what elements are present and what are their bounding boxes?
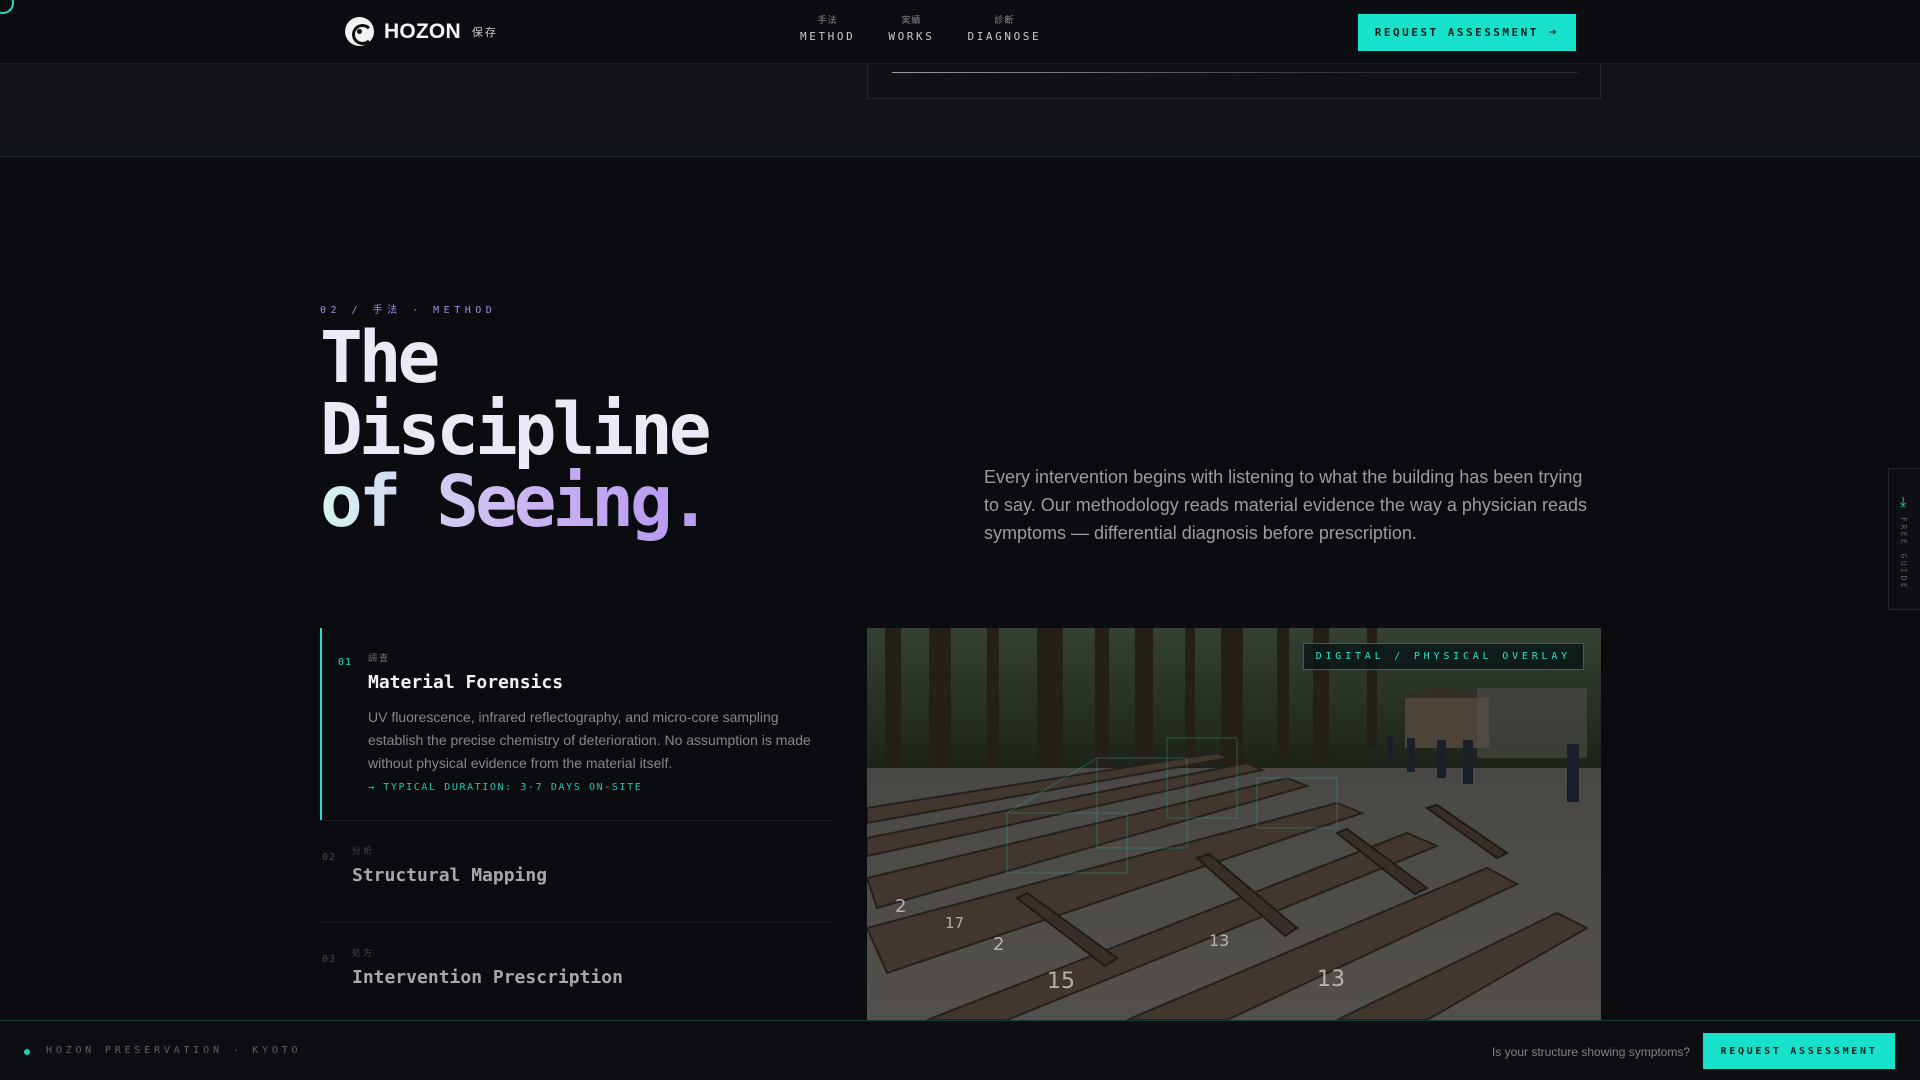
step-jp: 分析 (352, 846, 375, 856)
free-guide-label: FREE GUIDE (1899, 517, 1908, 591)
method-step-material-forensics[interactable]: 01 調査 Material Forensics UV fluorescence… (320, 628, 835, 820)
step-title: Structural Mapping (352, 865, 548, 886)
bottom-bar: HOZON PRESERVATION · KYOTO Is your struc… (0, 1020, 1920, 1080)
headline-line-1: The (320, 316, 440, 399)
method-step-structural-mapping[interactable]: 02 分析 Structural Mapping (320, 820, 835, 922)
request-assessment-bottom-button[interactable]: REQUEST ASSESSMENT (1703, 1033, 1895, 1069)
free-guide-tab[interactable]: ⤓ FREE GUIDE (1888, 468, 1920, 610)
section-eyebrow: 02 / 手法 · METHOD (320, 305, 497, 316)
step-duration: → TYPICAL DURATION: 3-7 DAYS ON-SITE (368, 782, 643, 793)
nav-link-jp: 手法 (817, 15, 838, 25)
nav-link-jp: 実績 (901, 15, 922, 25)
brand-jp: 保存 (471, 26, 498, 39)
nav-link-label: METHOD (800, 30, 856, 43)
step-title: Intervention Prescription (352, 967, 623, 988)
overlay-badge: DIGITAL / PHYSICAL OVERLAY (1302, 643, 1584, 670)
previous-card (867, 64, 1601, 99)
headline-line-3: of Seeing (320, 460, 673, 543)
top-nav: HOZON 保存 手法 METHOD 実績 WORKS 診断 DIAGNOSE … (0, 0, 1920, 64)
arrow-right-icon: ➔ (1548, 25, 1560, 40)
bottom-brand: HOZON PRESERVATION · KYOTO (46, 1045, 302, 1056)
method-photo: 2 17 2 15 13 13 DIGITAL / PHYSICAL OVERL… (867, 628, 1601, 1020)
request-assessment-button[interactable]: REQUEST ASSESSMENT ➔ (1358, 14, 1576, 51)
step-jp: 調査 (368, 653, 391, 663)
request-assessment-label: REQUEST ASSESSMENT (1374, 26, 1539, 39)
step-title: Material Forensics (368, 672, 564, 693)
section-headline: The Discipline of Seeing. (320, 322, 880, 538)
bottom-question: Is your structure showing symptoms? (1492, 1045, 1691, 1059)
section-intro: Every intervention begins with listening… (984, 467, 1587, 543)
step-description: UV fluorescence, infrared reflectography… (368, 709, 811, 771)
nav-link-label: DIAGNOSE (967, 30, 1042, 43)
nav-link-diagnose[interactable]: 診断 DIAGNOSE (967, 13, 1041, 43)
status-dot-icon (24, 1049, 30, 1055)
step-number: 03 (322, 954, 337, 965)
step-number: 02 (322, 852, 337, 863)
nav-link-label: WORKS (888, 30, 935, 43)
download-icon: ⤓ (1900, 493, 1907, 509)
method-step-intervention-prescription[interactable]: 03 処方 Intervention Prescription (320, 922, 835, 1024)
brand[interactable]: HOZON 保存 (345, 17, 498, 46)
previous-section (0, 64, 1920, 157)
nav-links: 手法 METHOD 実績 WORKS 診断 DIAGNOSE (800, 13, 1074, 43)
step-jp: 処方 (352, 948, 375, 958)
brand-name: HOZON (384, 19, 461, 43)
timber-yard-illustration: 2 17 2 15 13 13 (867, 628, 1601, 1020)
corner-ring-icon (0, 0, 14, 14)
nav-link-method[interactable]: 手法 METHOD (800, 13, 855, 43)
step-number: 01 (338, 657, 353, 668)
headline-dot: . (668, 460, 712, 543)
nav-link-jp: 診断 (994, 15, 1015, 25)
hozon-logo-icon (345, 17, 374, 46)
headline-line-2: Discipline (320, 388, 711, 471)
nav-link-works[interactable]: 実績 WORKS (888, 13, 934, 43)
progress-rule (892, 72, 1578, 73)
